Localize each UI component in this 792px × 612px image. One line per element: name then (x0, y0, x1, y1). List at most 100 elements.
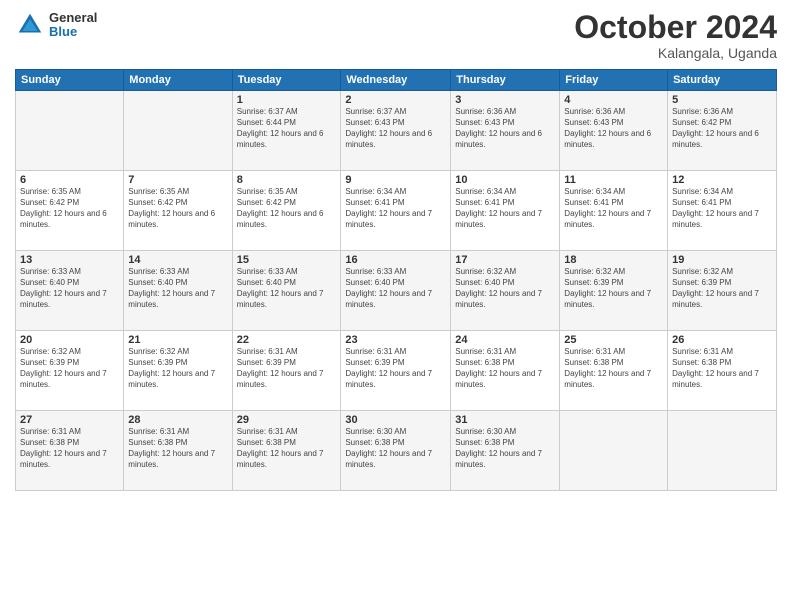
calendar-cell: 7Sunrise: 6:35 AM Sunset: 6:42 PM Daylig… (124, 171, 232, 251)
calendar-cell: 19Sunrise: 6:32 AM Sunset: 6:39 PM Dayli… (668, 251, 777, 331)
day-info: Sunrise: 6:32 AM Sunset: 6:39 PM Dayligh… (128, 347, 227, 390)
day-number: 4 (564, 94, 663, 106)
day-info: Sunrise: 6:32 AM Sunset: 6:40 PM Dayligh… (455, 267, 555, 310)
calendar-cell: 3Sunrise: 6:36 AM Sunset: 6:43 PM Daylig… (451, 91, 560, 171)
page-header: General Blue October 2024 Kalangala, Uga… (15, 10, 777, 61)
calendar-cell: 31Sunrise: 6:30 AM Sunset: 6:38 PM Dayli… (451, 411, 560, 491)
day-info: Sunrise: 6:33 AM Sunset: 6:40 PM Dayligh… (345, 267, 446, 310)
day-info: Sunrise: 6:33 AM Sunset: 6:40 PM Dayligh… (128, 267, 227, 310)
calendar-cell: 28Sunrise: 6:31 AM Sunset: 6:38 PM Dayli… (124, 411, 232, 491)
day-number: 6 (20, 174, 119, 186)
day-info: Sunrise: 6:34 AM Sunset: 6:41 PM Dayligh… (672, 187, 772, 230)
calendar-week-row: 20Sunrise: 6:32 AM Sunset: 6:39 PM Dayli… (16, 331, 777, 411)
day-info: Sunrise: 6:34 AM Sunset: 6:41 PM Dayligh… (345, 187, 446, 230)
day-info: Sunrise: 6:36 AM Sunset: 6:43 PM Dayligh… (455, 107, 555, 150)
logo-icon (15, 10, 45, 40)
day-number: 15 (237, 254, 337, 266)
day-info: Sunrise: 6:30 AM Sunset: 6:38 PM Dayligh… (455, 427, 555, 470)
calendar-cell (560, 411, 668, 491)
month-title: October 2024 (574, 10, 777, 45)
day-info: Sunrise: 6:32 AM Sunset: 6:39 PM Dayligh… (564, 267, 663, 310)
calendar-cell: 11Sunrise: 6:34 AM Sunset: 6:41 PM Dayli… (560, 171, 668, 251)
column-header-tuesday: Tuesday (232, 70, 341, 91)
calendar-cell: 8Sunrise: 6:35 AM Sunset: 6:42 PM Daylig… (232, 171, 341, 251)
calendar-cell: 9Sunrise: 6:34 AM Sunset: 6:41 PM Daylig… (341, 171, 451, 251)
calendar-cell: 27Sunrise: 6:31 AM Sunset: 6:38 PM Dayli… (16, 411, 124, 491)
column-header-wednesday: Wednesday (341, 70, 451, 91)
calendar-header-row: SundayMondayTuesdayWednesdayThursdayFrid… (16, 70, 777, 91)
day-info: Sunrise: 6:36 AM Sunset: 6:42 PM Dayligh… (672, 107, 772, 150)
calendar-cell: 13Sunrise: 6:33 AM Sunset: 6:40 PM Dayli… (16, 251, 124, 331)
day-number: 1 (237, 94, 337, 106)
calendar-cell: 2Sunrise: 6:37 AM Sunset: 6:43 PM Daylig… (341, 91, 451, 171)
calendar-cell: 16Sunrise: 6:33 AM Sunset: 6:40 PM Dayli… (341, 251, 451, 331)
calendar-table: SundayMondayTuesdayWednesdayThursdayFrid… (15, 69, 777, 491)
column-header-monday: Monday (124, 70, 232, 91)
logo-text: General Blue (49, 11, 97, 40)
calendar-cell: 12Sunrise: 6:34 AM Sunset: 6:41 PM Dayli… (668, 171, 777, 251)
day-info: Sunrise: 6:32 AM Sunset: 6:39 PM Dayligh… (20, 347, 119, 390)
day-number: 10 (455, 174, 555, 186)
calendar-week-row: 27Sunrise: 6:31 AM Sunset: 6:38 PM Dayli… (16, 411, 777, 491)
day-info: Sunrise: 6:32 AM Sunset: 6:39 PM Dayligh… (672, 267, 772, 310)
day-info: Sunrise: 6:36 AM Sunset: 6:43 PM Dayligh… (564, 107, 663, 150)
calendar-week-row: 13Sunrise: 6:33 AM Sunset: 6:40 PM Dayli… (16, 251, 777, 331)
day-info: Sunrise: 6:31 AM Sunset: 6:38 PM Dayligh… (128, 427, 227, 470)
day-info: Sunrise: 6:33 AM Sunset: 6:40 PM Dayligh… (20, 267, 119, 310)
calendar-cell (16, 91, 124, 171)
day-number: 28 (128, 414, 227, 426)
calendar-cell: 1Sunrise: 6:37 AM Sunset: 6:44 PM Daylig… (232, 91, 341, 171)
day-number: 14 (128, 254, 227, 266)
day-number: 7 (128, 174, 227, 186)
calendar-cell (668, 411, 777, 491)
calendar-cell: 6Sunrise: 6:35 AM Sunset: 6:42 PM Daylig… (16, 171, 124, 251)
calendar-cell (124, 91, 232, 171)
day-info: Sunrise: 6:31 AM Sunset: 6:39 PM Dayligh… (345, 347, 446, 390)
calendar-week-row: 6 Sunrise: 6:35 AM Sunset: 6:42 PM Daylig… (16, 171, 777, 251)
day-number: 16 (345, 254, 446, 266)
column-header-saturday: Saturday (668, 70, 777, 91)
column-header-sunday: Sunday (16, 70, 124, 91)
logo-general: General (49, 11, 97, 25)
day-number: 29 (237, 414, 337, 426)
calendar-cell: 14Sunrise: 6:33 AM Sunset: 6:40 PM Dayli… (124, 251, 232, 331)
calendar-cell: 18Sunrise: 6:32 AM Sunset: 6:39 PM Dayli… (560, 251, 668, 331)
calendar-cell: 30Sunrise: 6:30 AM Sunset: 6:38 PM Dayli… (341, 411, 451, 491)
day-number: 22 (237, 334, 337, 346)
day-info: Sunrise: 6:31 AM Sunset: 6:38 PM Dayligh… (237, 427, 337, 470)
day-number: 19 (672, 254, 772, 266)
calendar-cell: 21Sunrise: 6:32 AM Sunset: 6:39 PM Dayli… (124, 331, 232, 411)
day-info: Sunrise: 6:31 AM Sunset: 6:38 PM Dayligh… (564, 347, 663, 390)
calendar-cell: 24Sunrise: 6:31 AM Sunset: 6:38 PM Dayli… (451, 331, 560, 411)
day-info: Sunrise: 6:35 AM Sunset: 6:42 PM Dayligh… (237, 187, 337, 230)
day-number: 26 (672, 334, 772, 346)
day-info: Sunrise: 6:30 AM Sunset: 6:38 PM Dayligh… (345, 427, 446, 470)
calendar-cell: 23Sunrise: 6:31 AM Sunset: 6:39 PM Dayli… (341, 331, 451, 411)
calendar-cell: 10Sunrise: 6:34 AM Sunset: 6:41 PM Dayli… (451, 171, 560, 251)
day-number: 20 (20, 334, 119, 346)
day-number: 31 (455, 414, 555, 426)
calendar-cell: 29Sunrise: 6:31 AM Sunset: 6:38 PM Dayli… (232, 411, 341, 491)
calendar-cell: 4Sunrise: 6:36 AM Sunset: 6:43 PM Daylig… (560, 91, 668, 171)
day-info: Sunrise: 6:31 AM Sunset: 6:38 PM Dayligh… (672, 347, 772, 390)
day-number: 23 (345, 334, 446, 346)
day-info: Sunrise: 6:34 AM Sunset: 6:41 PM Dayligh… (455, 187, 555, 230)
day-number: 2 (345, 94, 446, 106)
day-number: 21 (128, 334, 227, 346)
day-number: 11 (564, 174, 663, 186)
day-info: Sunrise: 6:31 AM Sunset: 6:38 PM Dayligh… (20, 427, 119, 470)
calendar-week-row: 1Sunrise: 6:37 AM Sunset: 6:44 PM Daylig… (16, 91, 777, 171)
day-number: 9 (345, 174, 446, 186)
day-number: 27 (20, 414, 119, 426)
logo-blue: Blue (49, 25, 97, 39)
calendar-cell: 5Sunrise: 6:36 AM Sunset: 6:42 PM Daylig… (668, 91, 777, 171)
column-header-friday: Friday (560, 70, 668, 91)
calendar-cell: 25Sunrise: 6:31 AM Sunset: 6:38 PM Dayli… (560, 331, 668, 411)
day-number: 12 (672, 174, 772, 186)
calendar-cell: 20Sunrise: 6:32 AM Sunset: 6:39 PM Dayli… (16, 331, 124, 411)
logo: General Blue (15, 10, 97, 40)
day-number: 8 (237, 174, 337, 186)
day-info: Sunrise: 6:35 AM Sunset: 6:42 PM Dayligh… (128, 187, 227, 230)
day-number: 30 (345, 414, 446, 426)
day-number: 13 (20, 254, 119, 266)
